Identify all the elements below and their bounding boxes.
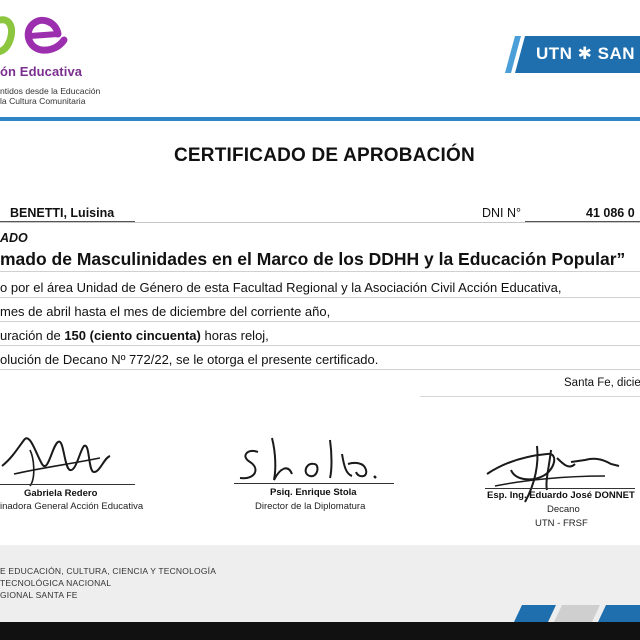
duration-prefix: uración de — [0, 328, 65, 343]
footer-regional: GIONAL SANTA FE — [0, 590, 78, 600]
body-line-3: uración de 150 (ciento cincuenta) horas … — [0, 328, 269, 343]
body-line-4: olución de Decano Nº 772/22, se le otorg… — [0, 352, 379, 367]
signature-2-role: Director de la Diplomatura — [255, 501, 366, 512]
dni-underline — [525, 221, 640, 222]
body-line-2: mes de abril hasta el mes de diciembre d… — [0, 304, 331, 319]
divider — [0, 321, 640, 322]
header-divider — [0, 117, 640, 121]
signature-3-org: UTN - FRSF — [535, 518, 588, 529]
certificate-title: CERTIFICADO DE APROBACIÓN — [174, 145, 475, 166]
signature-2-line — [234, 483, 394, 484]
recipient-name: BENETTI, Luisina — [10, 206, 115, 220]
duration-hours: 150 (ciento cincuenta) — [64, 328, 201, 343]
footer-university: TECNOLÓGICA NACIONAL — [0, 578, 112, 588]
dni-value: 41 086 0 — [586, 206, 635, 220]
signature-3-line — [485, 488, 635, 489]
divider — [0, 369, 640, 370]
org-name: ón Educativa — [0, 64, 83, 79]
utn-logo-text: UTN ✱ SAN — [536, 44, 636, 63]
footer-ministry: E EDUCACIÓN, CULTURA, CIENCIA Y TECNOLOG… — [0, 566, 217, 576]
signature-1-image — [1, 437, 111, 487]
accion-educativa-logo — [0, 16, 68, 56]
divider — [0, 297, 640, 298]
approval-status: ADO — [0, 231, 28, 245]
signature-1-role: inadora General Acción Educativa — [0, 501, 144, 512]
name-underline — [0, 221, 135, 222]
place-date: Santa Fe, dicie — [564, 377, 640, 389]
duration-suffix: horas reloj, — [200, 328, 269, 343]
org-tagline-line-2: la Cultura Comunitaria — [0, 96, 86, 106]
body-line-1: o por el área Unidad de Género de esta F… — [0, 280, 562, 295]
date-rule — [420, 396, 640, 397]
signature-3-name: Esp. Ing. Eduardo José DONNET — [487, 490, 635, 501]
org-tagline-line-1: ntidos desde la Educación — [0, 86, 101, 96]
divider — [0, 345, 640, 346]
name-row-rule — [0, 222, 640, 223]
signature-1-name: Gabriela Redero — [24, 488, 98, 499]
footer-stripes — [0, 605, 640, 640]
org-tagline: ntidos desde la Educación la Cultura Com… — [0, 86, 100, 106]
divider — [0, 271, 640, 272]
signature-1-line — [0, 484, 135, 485]
signature-2-image — [239, 437, 377, 481]
dni-label: DNI N° — [482, 206, 522, 220]
signature-2-name: Psiq. Enrique Stola — [270, 487, 357, 498]
signature-3-role: Decano — [547, 504, 580, 515]
course-title: mado de Masculinidades en el Marco de lo… — [0, 249, 626, 269]
